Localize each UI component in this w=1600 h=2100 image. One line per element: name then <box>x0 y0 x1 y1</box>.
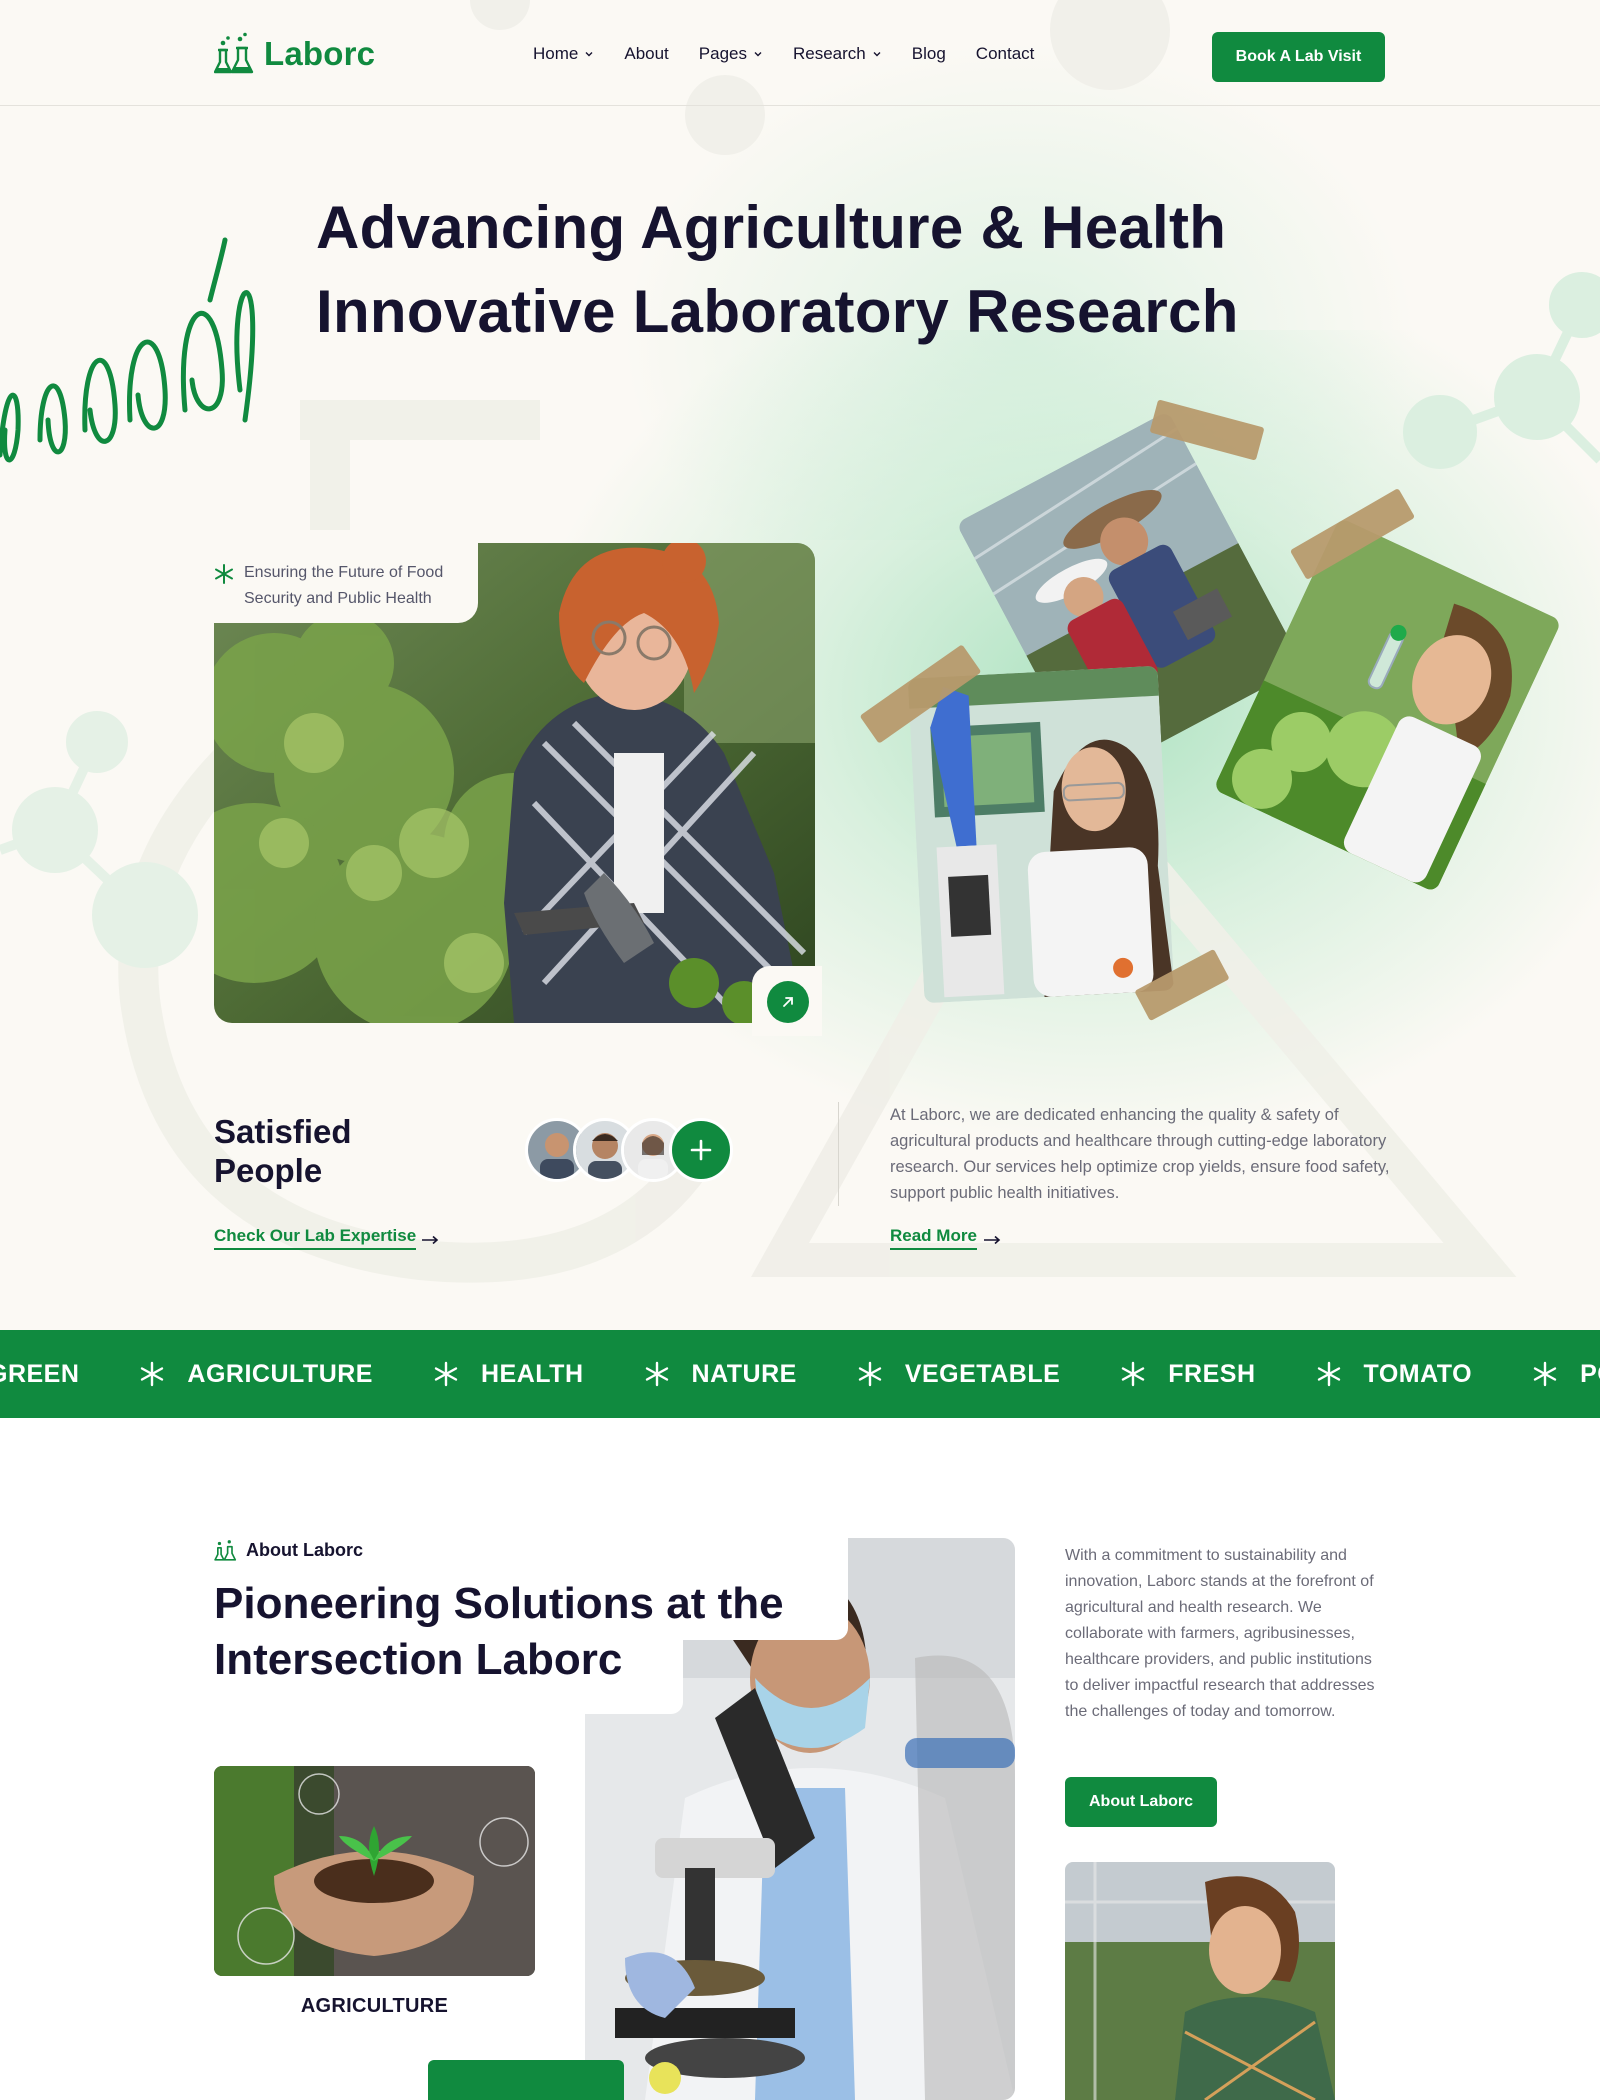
lab-flask-icon <box>214 32 254 74</box>
asterisk-icon <box>1122 1361 1145 1387</box>
nav-about[interactable]: About <box>624 44 668 64</box>
scientist-photo-card <box>907 665 1175 1004</box>
arrow-right-icon <box>422 1235 439 1245</box>
ticker-item: NATURE <box>691 1359 797 1388</box>
hands-holding-sprout-image <box>214 1766 535 1976</box>
nav-contact[interactable]: Contact <box>976 44 1035 64</box>
agriculture-caption: AGRICULTURE <box>300 1995 449 2017</box>
page: Laborc Home About Pages Research Blog Co… <box>0 0 1600 2100</box>
nav-home[interactable]: Home <box>533 44 594 64</box>
plus-icon <box>690 1139 712 1161</box>
hero-about-text: At Laborc, we are dedicated enhancing th… <box>890 1106 1390 1202</box>
about-eyebrow: About Laborc <box>214 1538 363 1562</box>
asterisk-icon <box>1533 1361 1557 1387</box>
nav-research-label: Research <box>793 44 866 63</box>
nav-blog[interactable]: Blog <box>912 44 946 64</box>
brand-name: Laborc <box>264 35 376 72</box>
ticker-item: AGRICULTURE <box>187 1359 373 1388</box>
about-eyebrow-label: About Laborc <box>246 1539 363 1560</box>
arrow-right-icon <box>984 1235 1001 1245</box>
nav-pages[interactable]: Pages <box>699 44 763 64</box>
nav-home-label: Home <box>533 44 579 63</box>
nav-research[interactable]: Research <box>793 44 882 64</box>
chevron-down-icon <box>585 52 593 57</box>
logo[interactable]: Laborc <box>214 32 375 76</box>
asterisk-icon <box>1317 1361 1340 1387</box>
asterisk-icon <box>434 1361 458 1387</box>
farmer-woman-photo <box>1065 1862 1335 2100</box>
ticker-item: GREEN <box>0 1359 80 1388</box>
nav-contact-label: Contact <box>975 44 1035 63</box>
smiling-farmer-image <box>1065 1862 1335 2100</box>
ticker-item: PO <box>1580 1359 1600 1388</box>
avatar-group <box>525 1118 733 1182</box>
lab-flask-icon <box>214 1540 237 1561</box>
ticker-item: FRESH <box>1168 1359 1256 1388</box>
ticker-item: HEALTH <box>480 1359 584 1388</box>
seedling-photo-card <box>1213 517 1562 893</box>
about-laborc-button[interactable]: About Laborc <box>1065 1777 1217 1827</box>
about-title-line1: Pioneering Solutions at the <box>214 1579 784 1628</box>
add-people-button[interactable] <box>669 1118 733 1182</box>
book-lab-visit-button[interactable]: Book A Lab Visit <box>1212 32 1385 82</box>
asterisk-icon <box>645 1361 668 1387</box>
ticker-item: VEGETABLE <box>904 1359 1061 1388</box>
nav-pages-label: Pages <box>698 44 747 63</box>
keyword-ticker: GREEN AGRICULTURE HEALTH NATURE VEGETABL… <box>0 1330 1600 1418</box>
nav-about-label: About <box>624 44 669 63</box>
agriculture-card-photo <box>214 1766 535 1976</box>
chevron-down-icon <box>754 52 762 57</box>
main-nav: Home About Pages Research Blog Contact <box>533 44 1064 64</box>
section-divider <box>838 1102 839 1206</box>
satisfied-people-title: Satisfied People <box>214 1113 352 1189</box>
about-title: Pioneering Solutions at the Intersection… <box>214 1576 854 1688</box>
about-paragraph: With a commitment to sustainability and … <box>1065 1547 1375 1720</box>
seedling-image <box>1213 517 1562 893</box>
nav-blog-label: Blog <box>911 44 946 63</box>
asterisk-icon <box>141 1361 164 1387</box>
read-more-link[interactable]: Read More <box>890 1226 977 1250</box>
check-lab-expertise-link[interactable]: Check Our Lab Expertise <box>214 1226 417 1250</box>
chevron-down-icon <box>873 52 881 57</box>
stats-box <box>428 2060 624 2100</box>
about-title-line2: Intersection Laborc <box>214 1635 623 1684</box>
ticker-item: TOMATO <box>1363 1359 1473 1388</box>
scientist-image <box>907 665 1175 1004</box>
site-header: Laborc Home About Pages Research Blog Co… <box>0 0 1600 106</box>
ticker-track: GREEN AGRICULTURE HEALTH NATURE VEGETABL… <box>0 1330 1600 1418</box>
asterisk-icon <box>858 1361 882 1387</box>
